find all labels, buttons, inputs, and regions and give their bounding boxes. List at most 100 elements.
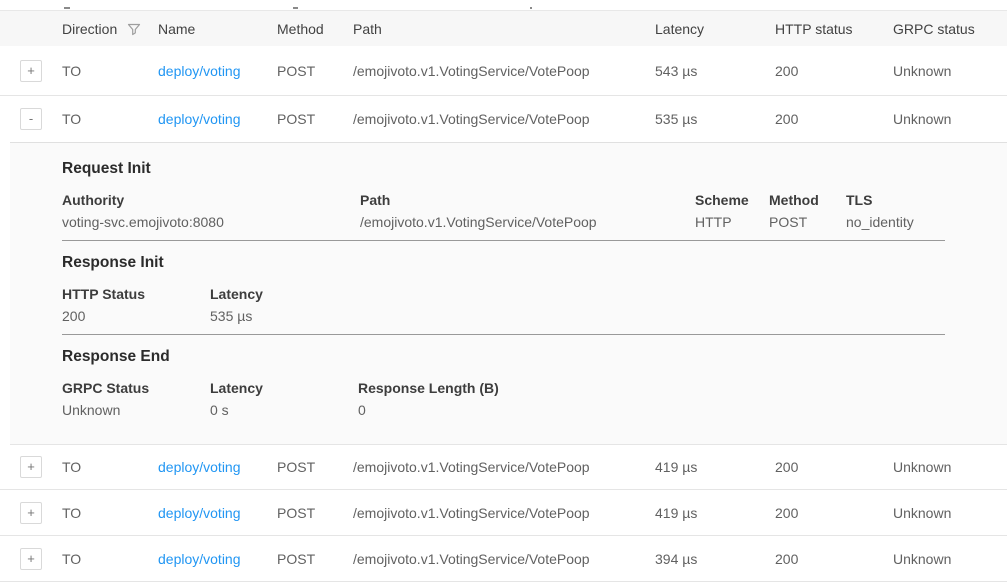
field-response-length: Response Length (B) 0 [358, 379, 509, 420]
field-label: Response Length (B) [358, 379, 499, 398]
http-status-cell: 200 [775, 505, 893, 521]
response-init-section: Response Init HTTP Status 200 Latency 53… [62, 253, 945, 335]
header-path: Path [353, 21, 655, 37]
method-cell: POST [277, 459, 353, 475]
method-cell: POST [277, 505, 353, 521]
field-value: POST [769, 213, 836, 232]
header-method: Method [277, 21, 353, 37]
field-label: Path [360, 191, 685, 210]
direction-cell: TO [62, 111, 158, 127]
header-http-status: HTTP status [775, 21, 893, 37]
filter-funnel-icon[interactable] [127, 22, 141, 36]
direction-cell: TO [62, 459, 158, 475]
field-value: Unknown [62, 401, 200, 420]
requests-table: Direction Name Method Path Latency HTTP … [0, 10, 1007, 582]
method-cell: POST [277, 111, 353, 127]
name-cell: deploy/voting [158, 551, 277, 567]
header-name: Name [158, 21, 277, 37]
path-cell: /emojivoto.v1.VotingService/VotePoop [353, 63, 655, 79]
section-divider [62, 334, 945, 335]
section-title: Response Init [62, 253, 945, 273]
table-row: + TO deploy/voting POST /emojivoto.v1.Vo… [0, 536, 1007, 582]
collapse-row-button[interactable]: - [20, 108, 42, 130]
section-title: Response End [62, 347, 945, 367]
latency-cell: 394 µs [655, 551, 775, 567]
cropped-text-artifact [293, 7, 298, 9]
cropped-text-artifact [64, 7, 70, 9]
latency-cell: 419 µs [655, 505, 775, 521]
expand-cell: + [0, 502, 62, 524]
grpc-status-cell: Unknown [893, 63, 1007, 79]
table-row-expanded: - TO deploy/voting POST /emojivoto.v1.Vo… [0, 96, 1007, 142]
table-header-row: Direction Name Method Path Latency HTTP … [0, 10, 1007, 46]
expand-row-button[interactable]: + [20, 456, 42, 478]
header-direction: Direction [62, 21, 158, 37]
resource-link[interactable]: deploy/voting [158, 111, 241, 127]
name-cell: deploy/voting [158, 111, 277, 127]
field-value: 535 µs [210, 307, 263, 326]
resource-link[interactable]: deploy/voting [158, 551, 241, 567]
cropped-text-artifact [530, 7, 532, 9]
expand-row-button[interactable]: + [20, 502, 42, 524]
request-detail-panel: Request Init Authority voting-svc.emojiv… [10, 142, 1007, 445]
grpc-status-cell: Unknown [893, 551, 1007, 567]
field-path: Path /emojivoto.v1.VotingService/VotePoo… [360, 191, 695, 232]
field-label: GRPC Status [62, 379, 200, 398]
direction-cell: TO [62, 63, 158, 79]
field-latency: Latency 535 µs [210, 285, 273, 326]
expand-row-button[interactable]: + [20, 60, 42, 82]
response-end-section: Response End GRPC Status Unknown Latency… [62, 347, 945, 420]
field-label: HTTP Status [62, 285, 200, 304]
latency-cell: 535 µs [655, 111, 775, 127]
section-fields: Authority voting-svc.emojivoto:8080 Path… [62, 191, 945, 232]
request-init-section: Request Init Authority voting-svc.emojiv… [62, 159, 945, 241]
field-label: TLS [846, 191, 914, 210]
tap-requests-screen: Direction Name Method Path Latency HTTP … [0, 0, 1007, 586]
direction-cell: TO [62, 505, 158, 521]
field-label: Latency [210, 379, 348, 398]
field-label: Latency [210, 285, 263, 304]
expand-row-button[interactable]: + [20, 548, 42, 570]
section-title: Request Init [62, 159, 945, 179]
field-value: no_identity [846, 213, 914, 232]
path-cell: /emojivoto.v1.VotingService/VotePoop [353, 505, 655, 521]
field-authority: Authority voting-svc.emojivoto:8080 [62, 191, 360, 232]
http-status-cell: 200 [775, 111, 893, 127]
name-cell: deploy/voting [158, 505, 277, 521]
field-latency: Latency 0 s [210, 379, 358, 420]
field-scheme: Scheme HTTP [695, 191, 769, 232]
grpc-status-cell: Unknown [893, 111, 1007, 127]
direction-cell: TO [62, 551, 158, 567]
field-value: /emojivoto.v1.VotingService/VotePoop [360, 213, 685, 232]
section-divider [62, 240, 945, 241]
field-tls: TLS no_identity [846, 191, 924, 232]
http-status-cell: 200 [775, 551, 893, 567]
http-status-cell: 200 [775, 63, 893, 79]
table-row: + TO deploy/voting POST /emojivoto.v1.Vo… [0, 490, 1007, 536]
table-row: + TO deploy/voting POST /emojivoto.v1.Vo… [0, 46, 1007, 96]
method-cell: POST [277, 551, 353, 567]
latency-cell: 419 µs [655, 459, 775, 475]
cropped-content-strip [0, 0, 1007, 10]
section-fields: HTTP Status 200 Latency 535 µs [62, 285, 945, 326]
field-label: Method [769, 191, 836, 210]
grpc-status-cell: Unknown [893, 459, 1007, 475]
field-http-status: HTTP Status 200 [62, 285, 210, 326]
table-row: + TO deploy/voting POST /emojivoto.v1.Vo… [0, 445, 1007, 490]
field-label: Scheme [695, 191, 759, 210]
field-value: HTTP [695, 213, 759, 232]
field-value: 0 s [210, 401, 348, 420]
name-cell: deploy/voting [158, 63, 277, 79]
header-grpc-status: GRPC status [893, 21, 1007, 37]
field-value: 0 [358, 401, 499, 420]
expand-cell: + [0, 60, 62, 82]
field-value: 200 [62, 307, 200, 326]
name-cell: deploy/voting [158, 459, 277, 475]
resource-link[interactable]: deploy/voting [158, 63, 241, 79]
section-fields: GRPC Status Unknown Latency 0 s Response… [62, 379, 945, 420]
resource-link[interactable]: deploy/voting [158, 459, 241, 475]
expand-cell: - [0, 108, 62, 130]
resource-link[interactable]: deploy/voting [158, 505, 241, 521]
path-cell: /emojivoto.v1.VotingService/VotePoop [353, 551, 655, 567]
expand-cell: + [0, 456, 62, 478]
